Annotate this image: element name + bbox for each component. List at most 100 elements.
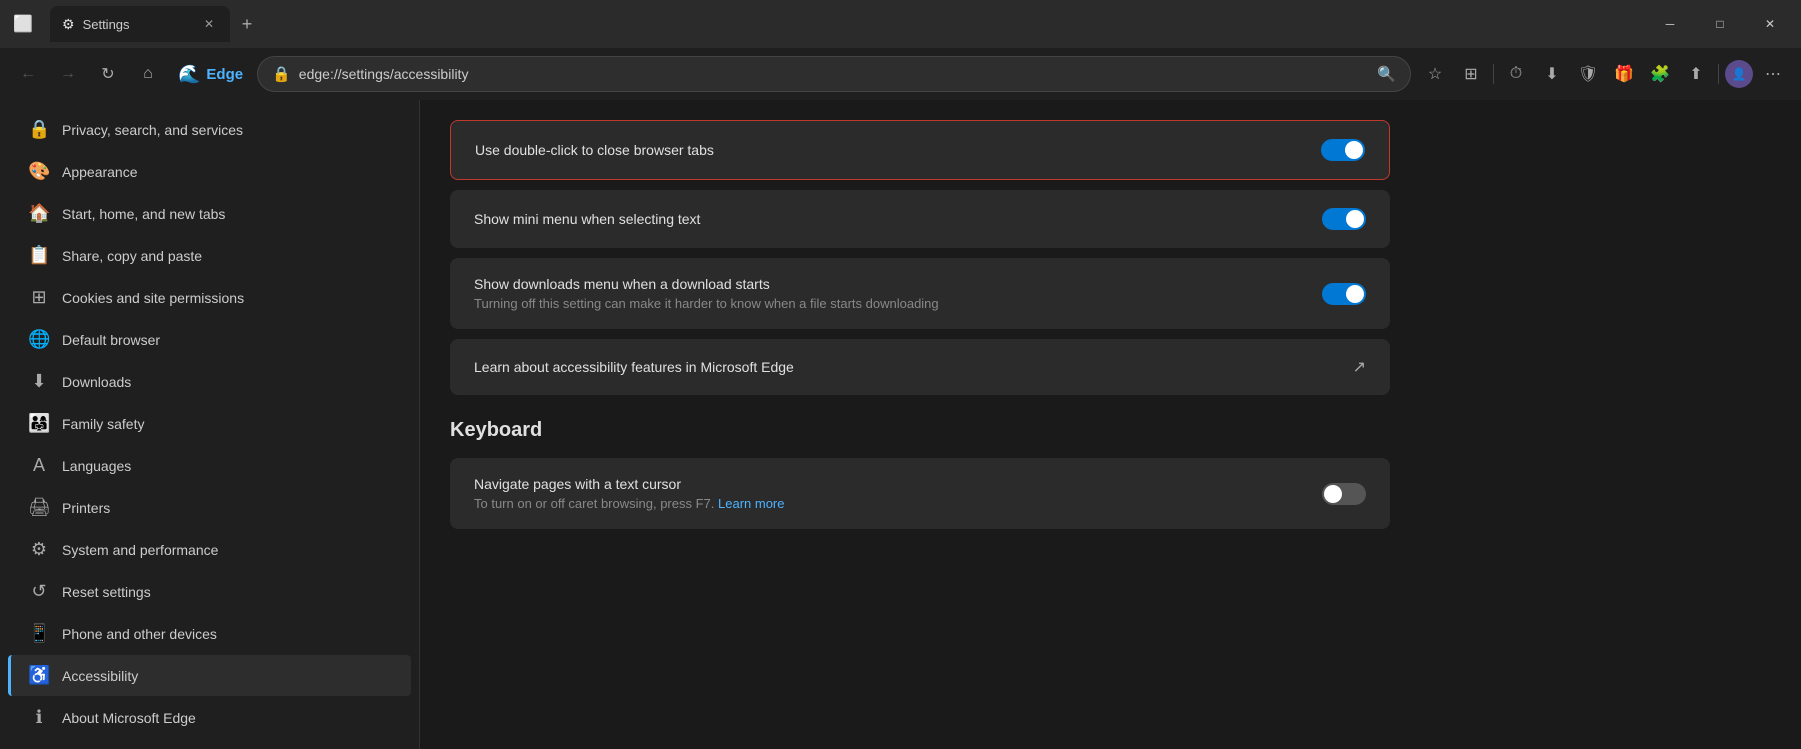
sidebar-item-appearance[interactable]: 🎨 Appearance [8,151,411,192]
collections-icon: ⊞ [1464,64,1477,84]
toolbar-divider-1 [1493,64,1494,84]
sidebar-icon-printers: 🖨 [28,497,50,518]
sidebar-label-privacy: Privacy, search, and services [62,122,243,138]
refresh-icon: ↻ [101,64,114,84]
sidebar-icon-languages: A [28,455,50,476]
sidebar-toggle-button[interactable]: ⬜ [8,9,38,39]
close-button[interactable]: ✕ [1747,9,1793,39]
setting-text-double-click: Use double-click to close browser tabs [475,142,1321,158]
window-controls: ─ □ ✕ [1647,9,1793,39]
setting-title-mini-menu: Show mini menu when selecting text [474,211,1322,227]
refresh-button[interactable]: ↻ [92,58,124,90]
toggle-double-click[interactable] [1321,139,1365,161]
collections-button[interactable]: ⊞ [1455,58,1487,90]
rewards-button[interactable]: 🎁 [1608,58,1640,90]
setting-subtitle-downloads-menu: Turning off this setting can make it har… [474,296,1322,311]
settings-tab-icon: ⚙ [62,16,75,33]
profile-avatar[interactable]: 👤 [1725,60,1753,88]
extensions-button[interactable]: 🧩 [1644,58,1676,90]
main-layout: 🔒 Privacy, search, and services 🎨 Appear… [0,100,1801,749]
sidebar-icon-privacy: 🔒 [28,119,50,140]
sidebar-item-downloads[interactable]: ⬇ Downloads [8,361,411,402]
setting-subtitle-text-cursor: To turn on or off caret browsing, press … [474,496,1322,511]
sidebar-item-cookies[interactable]: ⊞ Cookies and site permissions [8,277,411,318]
back-icon: ← [20,65,36,83]
sidebar-item-printers[interactable]: 🖨 Printers [8,487,411,528]
sidebar-item-share[interactable]: 📋 Share, copy and paste [8,235,411,276]
sidebar-icon-family: 👨‍👩‍👧 [28,413,50,434]
toggle-mini-menu[interactable] [1322,208,1366,230]
edge-logo: 🌊 Edge [172,64,249,85]
setting-card-learn-accessibility: Learn about accessibility features in Mi… [450,339,1390,395]
setting-title-double-click: Use double-click to close browser tabs [475,142,1321,158]
history-icon: ⏱ [1510,65,1522,83]
more-actions-button[interactable]: ⋯ [1757,58,1789,90]
sidebar-item-about[interactable]: ℹ About Microsoft Edge [8,697,411,738]
address-url: edge://settings/accessibility [299,66,1370,82]
sidebar: 🔒 Privacy, search, and services 🎨 Appear… [0,100,420,749]
content-area: Use double-click to close browser tabs S… [420,100,1801,749]
shield-button[interactable]: 🛡 [1572,58,1604,90]
sidebar-toggle-icon: ⬜ [13,14,33,34]
toolbar-icons: ☆ ⊞ ⏱ ⬇ 🛡 🎁 🧩 ⬆ 👤 ⋯ [1419,58,1789,90]
share-button[interactable]: ⬆ [1680,58,1712,90]
settings-tab[interactable]: ⚙ Settings ✕ [50,6,230,42]
sidebar-icon-default-browser: 🌐 [28,329,50,350]
more-actions-icon: ⋯ [1765,64,1781,84]
sidebar-item-privacy[interactable]: 🔒 Privacy, search, and services [8,109,411,150]
toggle-downloads-menu[interactable] [1322,283,1366,305]
learn-more-link-text-cursor[interactable]: Learn more [718,496,784,511]
sidebar-item-family[interactable]: 👨‍👩‍👧 Family safety [8,403,411,444]
sidebar-icon-reset: ↺ [28,581,50,602]
toolbar: ← → ↻ ⌂ 🌊 Edge 🔒 edge://settings/accessi… [0,48,1801,100]
sidebar-icon-about: ℹ [28,707,50,728]
sidebar-label-start: Start, home, and new tabs [62,206,225,222]
home-button[interactable]: ⌂ [132,58,164,90]
favorites-button[interactable]: ☆ [1419,58,1451,90]
sidebar-item-languages[interactable]: A Languages [8,445,411,486]
sidebar-icon-share: 📋 [28,245,50,266]
minimize-button[interactable]: ─ [1647,9,1693,39]
sidebar-icon-cookies: ⊞ [28,287,50,308]
maximize-button[interactable]: □ [1697,9,1743,39]
sidebar-item-default-browser[interactable]: 🌐 Default browser [8,319,411,360]
profile-avatar-initial: 👤 [1732,67,1747,81]
external-link-icon-learn-accessibility[interactable]: ↗ [1353,357,1366,377]
sidebar-item-phone[interactable]: 📱 Phone and other devices [8,613,411,654]
downloads-toolbar-button[interactable]: ⬇ [1536,58,1568,90]
back-button[interactable]: ← [12,58,44,90]
toggle-knob-text-cursor [1324,485,1342,503]
sidebar-label-share: Share, copy and paste [62,248,202,264]
settings-tab-label: Settings [83,17,192,32]
setting-text-downloads-menu: Show downloads menu when a download star… [474,276,1322,311]
sidebar-label-downloads: Downloads [62,374,131,390]
sidebar-item-start[interactable]: 🏠 Start, home, and new tabs [8,193,411,234]
sidebar-item-accessibility[interactable]: ♿ Accessibility [8,655,411,696]
toggle-text-cursor[interactable] [1322,483,1366,505]
home-icon: ⌂ [143,65,153,83]
edge-logo-text: Edge [206,66,243,83]
sidebar-item-reset[interactable]: ↺ Reset settings [8,571,411,612]
sidebar-icon-downloads: ⬇ [28,371,50,392]
forward-button[interactable]: → [52,58,84,90]
sidebar-label-printers: Printers [62,500,110,516]
sidebar-icon-accessibility: ♿ [28,665,50,686]
shield-icon: 🛡 [1578,64,1598,84]
sidebar-label-reset: Reset settings [62,584,151,600]
sidebar-label-languages: Languages [62,458,131,474]
address-security-icon: 🔒 [272,65,291,83]
sidebar-icon-phone: 📱 [28,623,50,644]
keyboard-heading: Keyboard [450,419,1390,442]
sidebar-icon-appearance: 🎨 [28,161,50,182]
setting-text-text-cursor: Navigate pages with a text cursor To tur… [474,476,1322,511]
settings-tab-close[interactable]: ✕ [200,15,218,33]
new-tab-button[interactable]: + [232,9,262,39]
sidebar-item-system[interactable]: ⚙ System and performance [8,529,411,570]
sidebar-icon-system: ⚙ [28,539,50,560]
address-bar[interactable]: 🔒 edge://settings/accessibility 🔍 [257,56,1411,92]
history-button[interactable]: ⏱ [1500,58,1532,90]
setting-title-text-cursor: Navigate pages with a text cursor [474,476,1322,492]
sidebar-label-default-browser: Default browser [62,332,160,348]
setting-text-learn-accessibility: Learn about accessibility features in Mi… [474,359,1353,375]
setting-card-downloads-menu: Show downloads menu when a download star… [450,258,1390,329]
